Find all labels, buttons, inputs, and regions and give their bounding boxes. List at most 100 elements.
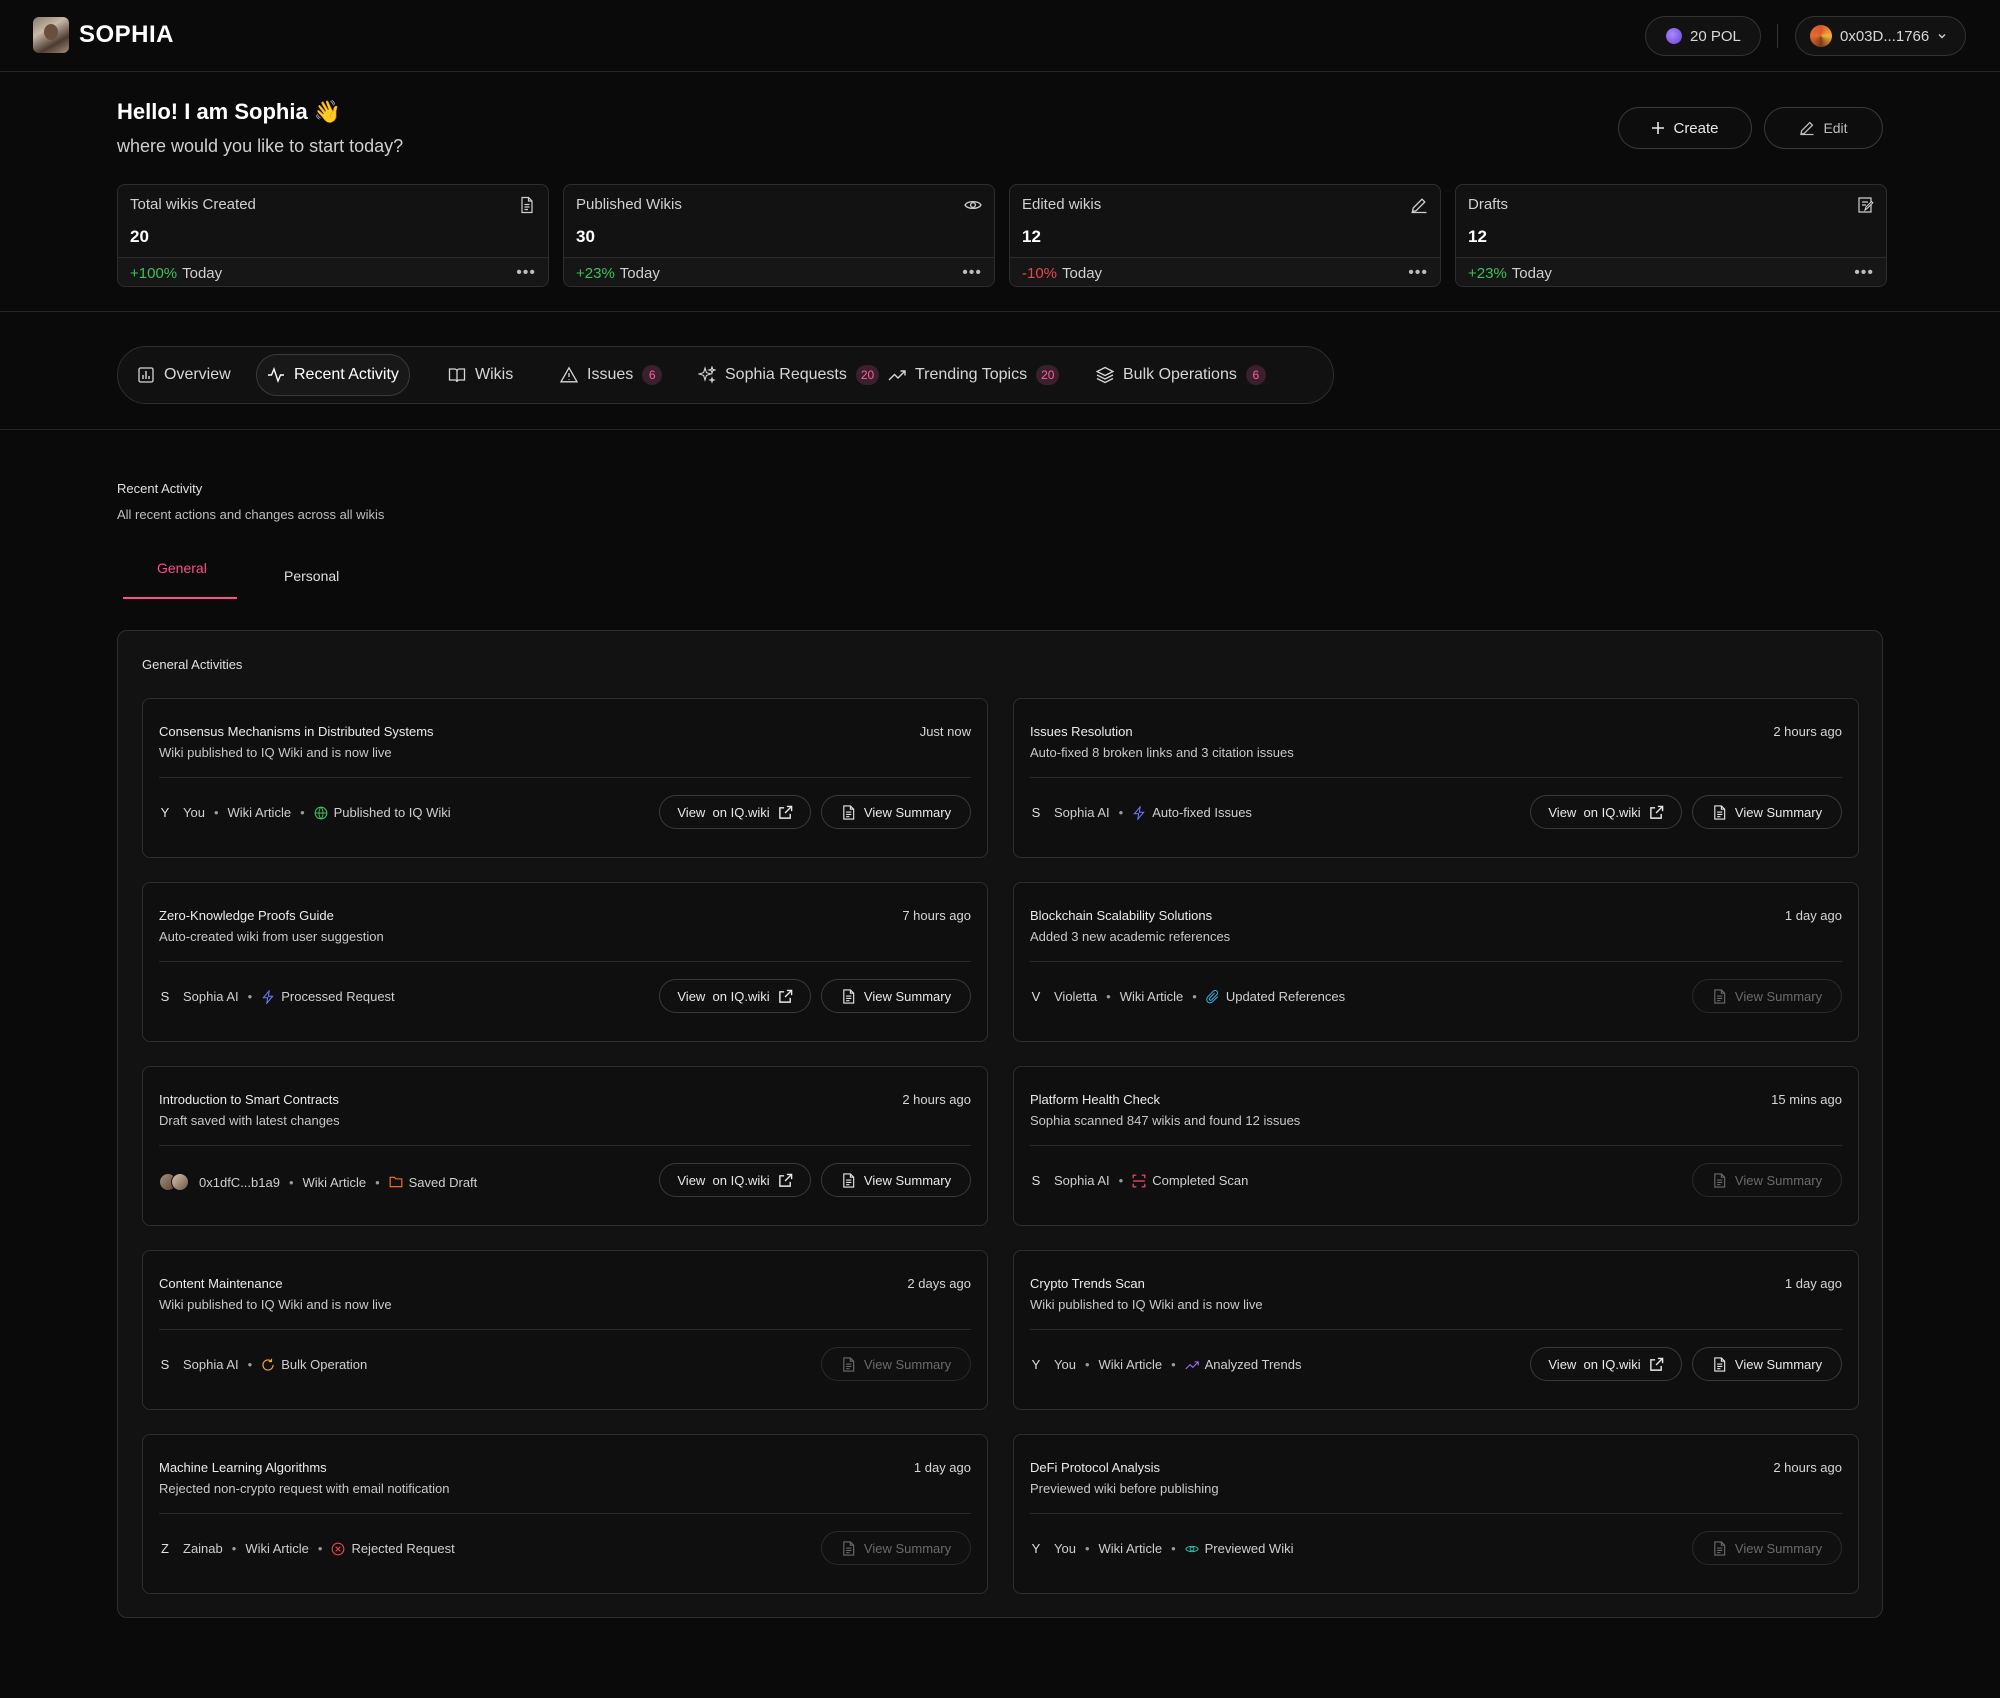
wallet-address: 0x03D...1766 [1840,27,1930,45]
activity-time: 1 day ago [1784,908,1842,923]
more-options-icon[interactable]: ••• [962,264,982,282]
activity-title: Platform Health Check [1030,1092,1161,1107]
activity-description: Sophia scanned 847 wikis and found 12 is… [1030,1113,1301,1128]
actor-initial: V [1031,989,1041,1004]
view-summary-button[interactable]: View Summary [1692,1531,1842,1565]
edit-button[interactable]: Edit [1764,107,1883,149]
activity-status: Published to IQ Wiki [333,805,451,820]
card-divider [1030,1145,1842,1146]
actor-name: You [183,805,205,820]
activity-status: Auto-fixed Issues [1152,805,1252,820]
view-on-iqwiki-button[interactable]: View on IQ.wiki [1530,795,1682,829]
tab-trending-topics[interactable]: Trending Topics 20 [878,354,1069,396]
view-summary-button[interactable]: View Summary [1692,795,1842,829]
tab-wikis[interactable]: Wikis [438,354,523,396]
eye-icon [964,200,982,210]
activity-status: Saved Draft [408,1174,478,1190]
activity-time: 2 days ago [907,1276,971,1291]
activity-card: Zero-Knowledge Proofs Guide 7 hours ago Au… [142,882,988,1042]
activity-status: Processed Request [281,989,395,1004]
document-icon [843,1540,855,1556]
brand-logo[interactable]: SOPHIA [33,17,174,53]
balance-pill[interactable]: 20 POL [1645,16,1761,56]
actor-name: Sophia AI [183,1357,239,1372]
subtab-personal[interactable]: Personal [284,568,339,584]
activity-time: 2 hours ago [902,1092,971,1107]
actor-name: You [1054,1357,1076,1372]
actor-initial: S [1031,1173,1041,1188]
actor-name: Sophia AI [1054,1173,1110,1188]
view-summary-button[interactable]: View Summary [821,1531,971,1565]
view-summary-button[interactable]: View Summary [821,795,971,829]
document-icon [521,196,533,214]
create-button[interactable]: Create [1618,107,1752,149]
tab-bulk-operations[interactable]: Bulk Operations 6 [1086,354,1276,396]
tab-label: Sophia Requests [725,366,847,383]
activity-title: DeFi Protocol Analysis [1030,1460,1161,1475]
meta-separator: • [1118,1173,1124,1188]
external-link-icon [778,1173,792,1187]
wallet-button[interactable]: 0x03D...1766 [1795,16,1966,56]
view-on-iqwiki-button[interactable]: View on IQ.wiki [659,979,811,1013]
greeting-title: Hello! I am Sophia 👋 [117,99,342,124]
more-options-icon[interactable]: ••• [1408,264,1428,282]
meta-separator: • [1084,1541,1090,1556]
view-iq-label: View on IQ.wiki [677,1172,770,1188]
view-summary-button[interactable]: View Summary [821,1163,971,1197]
view-summary-button[interactable]: View Summary [821,979,971,1013]
stat-label: Drafts [1468,196,1509,213]
header-divider [1777,24,1778,48]
activity-description: Wiki published to IQ Wiki and is now liv… [1030,1297,1263,1312]
activity-description: Draft saved with latest changes [159,1113,340,1128]
activity-description: Rejected non-crypto request with email n… [159,1481,450,1496]
stat-change: +23% [576,264,615,282]
view-summary-button[interactable]: View Summary [1692,1347,1842,1381]
sophia-avatar [33,17,69,53]
sparkles-icon [698,366,716,384]
document-icon [843,1172,855,1188]
tab-sophia-requests[interactable]: Sophia Requests 20 [688,354,889,396]
view-summary-button[interactable]: View Summary [1692,979,1842,1013]
card-divider [159,961,971,962]
section-divider [0,429,2000,430]
subtab-general[interactable]: General [157,560,207,576]
view-on-iqwiki-button[interactable]: View on IQ.wiki [1530,1347,1682,1381]
activity-status: Updated References [1225,989,1346,1004]
tab-badge: 20 [1036,365,1060,385]
tab-overview[interactable]: Overview [127,354,241,396]
view-on-iqwiki-button[interactable]: View on IQ.wiki [659,795,811,829]
tab-label: Issues [587,366,634,383]
more-options-icon[interactable]: ••• [1854,264,1874,282]
activity-meta: V Violetta • Wiki Article • Updated Reference… [1030,989,1345,1004]
activity-type: Wiki Article [245,1541,309,1556]
view-on-iqwiki-button[interactable]: View on IQ.wiki [659,1163,811,1197]
activity-type: Wiki Article [302,1174,367,1190]
tab-issues[interactable]: Issues 6 [550,354,672,396]
globe-icon [314,806,328,819]
paperclip-icon [1206,989,1218,1003]
tab-label: Wikis [475,366,514,383]
actor-name: You [1054,1541,1076,1556]
document-icon [843,1356,855,1372]
section-title: Recent Activity [117,481,203,496]
activity-meta: S Sophia AI • Processed Request [159,989,395,1004]
panel-title: General Activities [142,657,243,672]
activity-card: Blockchain Scalability Solutions 1 day ag… [1013,882,1859,1042]
stat-label: Edited wikis [1022,196,1102,213]
view-summary-label: View Summary [1734,1540,1823,1556]
view-summary-label: View Summary [863,1356,952,1372]
view-summary-label: View Summary [863,804,952,820]
activity-time: 15 mins ago [1771,1092,1842,1107]
view-summary-button[interactable]: View Summary [821,1347,971,1381]
activity-title: Consensus Mechanisms in Distributed Syst… [159,724,434,739]
tab-recent-activity[interactable]: Recent Activity [256,354,410,396]
activity-meta: Y You • Wiki Article • Previewed Wiki [1030,1541,1294,1556]
external-link-icon [1649,1357,1663,1371]
meta-separator: • [1171,1541,1176,1556]
polygon-token-icon [1666,28,1682,44]
more-options-icon[interactable]: ••• [516,264,536,282]
activity-time: 1 day ago [1784,1276,1842,1291]
view-summary-button[interactable]: View Summary [1692,1163,1842,1197]
actor-avatars [159,1173,189,1191]
stat-label: Total wikis Created [130,196,256,213]
